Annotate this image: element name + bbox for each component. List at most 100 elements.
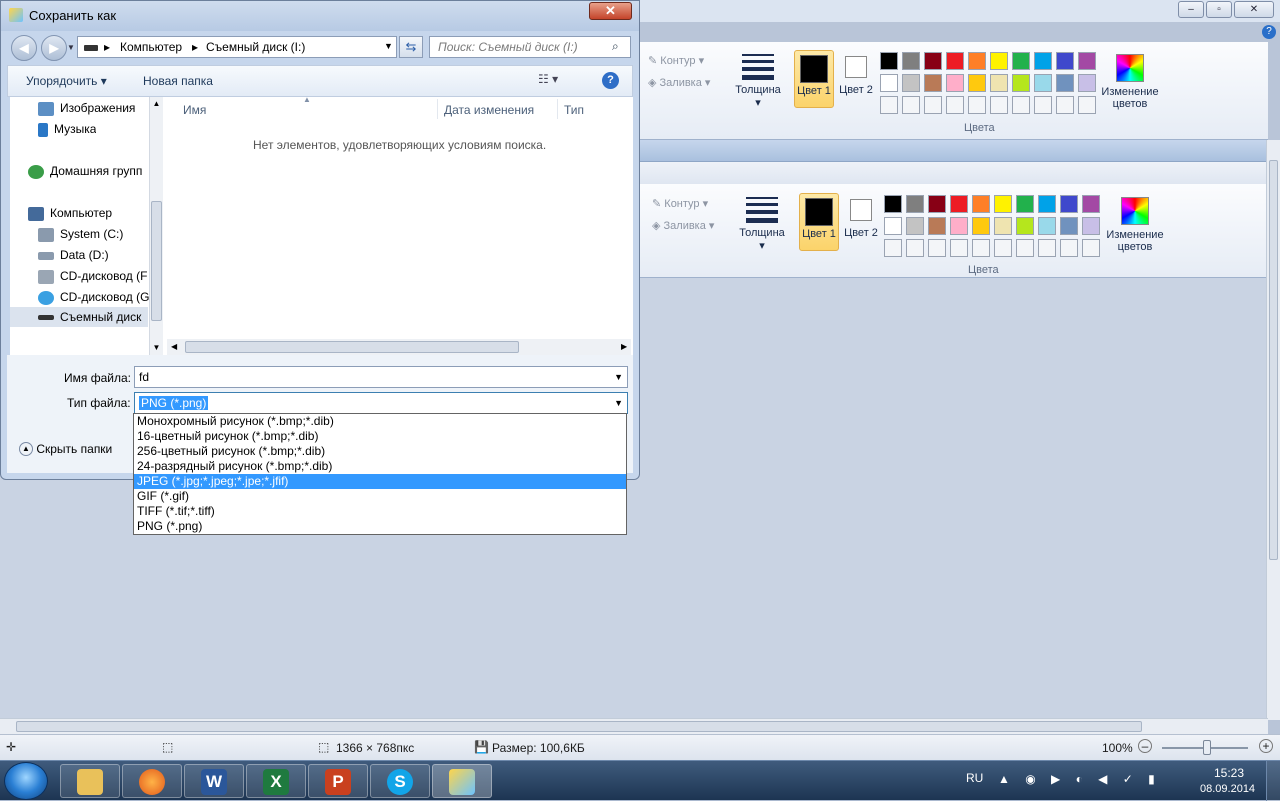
taskbar-explorer[interactable] bbox=[60, 764, 120, 798]
palette-swatch[interactable] bbox=[902, 52, 920, 70]
palette-swatch[interactable] bbox=[994, 217, 1012, 235]
palette-swatch[interactable] bbox=[1012, 74, 1030, 92]
palette-swatch[interactable] bbox=[902, 74, 920, 92]
palette-swatch[interactable] bbox=[1078, 96, 1096, 114]
edit-colors-button[interactable]: Изменение цветов bbox=[1098, 54, 1162, 110]
palette-swatch[interactable] bbox=[1012, 96, 1030, 114]
zoom-out-button[interactable]: – bbox=[1138, 739, 1152, 753]
filetype-option[interactable]: 256-цветный рисунок (*.bmp;*.dib) bbox=[134, 444, 626, 459]
back-button[interactable]: ◀ bbox=[11, 35, 37, 61]
palette-swatch[interactable] bbox=[924, 52, 942, 70]
palette-swatch[interactable] bbox=[950, 239, 968, 257]
palette-swatch[interactable] bbox=[1060, 195, 1078, 213]
filetype-option[interactable]: JPEG (*.jpg;*.jpeg;*.jpe;*.jfif) bbox=[134, 474, 626, 489]
palette-swatch[interactable] bbox=[1056, 52, 1074, 70]
file-list-pane[interactable]: Имя ▲ Дата изменения Тип Нет элементов, … bbox=[163, 95, 633, 355]
nav-item-removable[interactable]: Съемный диск bbox=[10, 307, 148, 327]
palette-swatch[interactable] bbox=[884, 195, 902, 213]
filetype-option[interactable]: 16-цветный рисунок (*.bmp;*.dib) bbox=[134, 429, 626, 444]
color-palette[interactable] bbox=[880, 52, 1096, 114]
palette-swatch[interactable] bbox=[994, 239, 1012, 257]
palette-swatch[interactable] bbox=[1082, 195, 1100, 213]
hide-folders-button[interactable]: ▲ Скрыть папки bbox=[19, 441, 112, 456]
palette-swatch[interactable] bbox=[1078, 52, 1096, 70]
palette-swatch[interactable] bbox=[1016, 217, 1034, 235]
taskbar-paint[interactable] bbox=[432, 764, 492, 798]
palette-swatch[interactable] bbox=[1078, 74, 1096, 92]
palette-swatch[interactable] bbox=[924, 96, 942, 114]
palette-swatch[interactable] bbox=[1034, 96, 1052, 114]
language-indicator[interactable]: RU bbox=[966, 771, 983, 785]
dialog-close-button[interactable]: ✕ bbox=[589, 2, 632, 20]
palette-swatch[interactable] bbox=[990, 96, 1008, 114]
palette-swatch[interactable] bbox=[994, 195, 1012, 213]
show-desktop-button[interactable] bbox=[1266, 761, 1280, 801]
taskbar-word[interactable]: W bbox=[184, 764, 244, 798]
zoom-in-button[interactable]: + bbox=[1259, 739, 1273, 753]
palette-swatch[interactable] bbox=[906, 195, 924, 213]
filetype-option[interactable]: PNG (*.png) bbox=[134, 519, 626, 534]
nav-scrollbar[interactable]: ▲ ▼ bbox=[149, 97, 163, 355]
color2-button-2[interactable]: Цвет 2 bbox=[841, 193, 881, 251]
filename-input[interactable]: fd ▼ bbox=[134, 366, 628, 388]
palette-swatch[interactable] bbox=[972, 195, 990, 213]
filetype-option[interactable]: Монохромный рисунок (*.bmp;*.dib) bbox=[134, 414, 626, 429]
help-icon-dialog[interactable]: ? bbox=[602, 72, 619, 89]
palette-swatch[interactable] bbox=[880, 74, 898, 92]
palette-swatch[interactable] bbox=[1082, 239, 1100, 257]
edit-colors-button-2[interactable]: Изменение цветов bbox=[1103, 197, 1167, 253]
view-options-icon[interactable]: ☷ ▾ bbox=[538, 72, 558, 86]
column-header-date[interactable]: Дата изменения bbox=[444, 103, 534, 117]
palette-swatch[interactable] bbox=[928, 217, 946, 235]
palette-swatch[interactable] bbox=[1034, 52, 1052, 70]
palette-swatch[interactable] bbox=[1056, 74, 1074, 92]
palette-swatch[interactable] bbox=[1016, 195, 1034, 213]
palette-swatch[interactable] bbox=[1012, 52, 1030, 70]
palette-swatch[interactable] bbox=[1056, 96, 1074, 114]
palette-swatch[interactable] bbox=[1082, 217, 1100, 235]
palette-swatch[interactable] bbox=[1060, 217, 1078, 235]
horizontal-scrollbar[interactable] bbox=[0, 718, 1268, 734]
palette-swatch[interactable] bbox=[1034, 74, 1052, 92]
search-icon[interactable]: ⌕ bbox=[612, 39, 619, 54]
palette-swatch[interactable] bbox=[1038, 217, 1056, 235]
fill-button[interactable]: ◈ Заливка ▾ bbox=[648, 76, 710, 89]
organize-button[interactable]: Упорядочить ▾ bbox=[26, 74, 107, 88]
history-dropdown[interactable]: ▼ bbox=[67, 43, 75, 52]
forward-button[interactable]: ▶ bbox=[41, 35, 67, 61]
palette-swatch[interactable] bbox=[902, 96, 920, 114]
palette-swatch[interactable] bbox=[968, 96, 986, 114]
palette-swatch[interactable] bbox=[906, 239, 924, 257]
palette-swatch[interactable] bbox=[1038, 239, 1056, 257]
palette-swatch[interactable] bbox=[1016, 239, 1034, 257]
color-palette-2[interactable] bbox=[884, 195, 1100, 257]
maximize-button[interactable]: ▫ bbox=[1206, 1, 1232, 18]
taskbar-firefox[interactable] bbox=[122, 764, 182, 798]
help-icon[interactable]: ? bbox=[1262, 25, 1276, 39]
column-header-type[interactable]: Тип bbox=[564, 103, 584, 117]
palette-swatch[interactable] bbox=[880, 52, 898, 70]
nav-item-pictures[interactable]: Изображения bbox=[38, 101, 135, 116]
nav-item-system-c[interactable]: System (C:) bbox=[38, 227, 123, 242]
palette-swatch[interactable] bbox=[946, 96, 964, 114]
taskbar-powerpoint[interactable]: P bbox=[308, 764, 368, 798]
palette-swatch[interactable] bbox=[1060, 239, 1078, 257]
tray-icons[interactable]: ▲ ◉ ▶ ◐ ◀ ✓ ▮ bbox=[998, 772, 1161, 786]
palette-swatch[interactable] bbox=[990, 52, 1008, 70]
search-box[interactable]: Поиск: Съемный диск (I:) ⌕ bbox=[429, 36, 631, 58]
close-button[interactable]: ✕ bbox=[1234, 1, 1274, 18]
palette-swatch[interactable] bbox=[1038, 195, 1056, 213]
palette-swatch[interactable] bbox=[946, 52, 964, 70]
list-horizontal-scrollbar[interactable]: ◀ ▶ bbox=[167, 339, 631, 355]
nav-item-cd-f[interactable]: CD-дисковод (F bbox=[38, 269, 147, 284]
address-bar[interactable]: ▸ Компьютер ▸ Съемный диск (I:) ▼ bbox=[77, 36, 397, 58]
palette-swatch[interactable] bbox=[884, 239, 902, 257]
filetype-option[interactable]: 24-разрядный рисунок (*.bmp;*.dib) bbox=[134, 459, 626, 474]
outline-button-2[interactable]: ✎ Контур ▾ bbox=[652, 197, 708, 210]
palette-swatch[interactable] bbox=[880, 96, 898, 114]
color1-button-2[interactable]: Цвет 1 bbox=[799, 193, 839, 251]
palette-swatch[interactable] bbox=[928, 239, 946, 257]
breadcrumb-computer[interactable]: Компьютер bbox=[120, 40, 182, 54]
palette-swatch[interactable] bbox=[972, 217, 990, 235]
palette-swatch[interactable] bbox=[968, 52, 986, 70]
